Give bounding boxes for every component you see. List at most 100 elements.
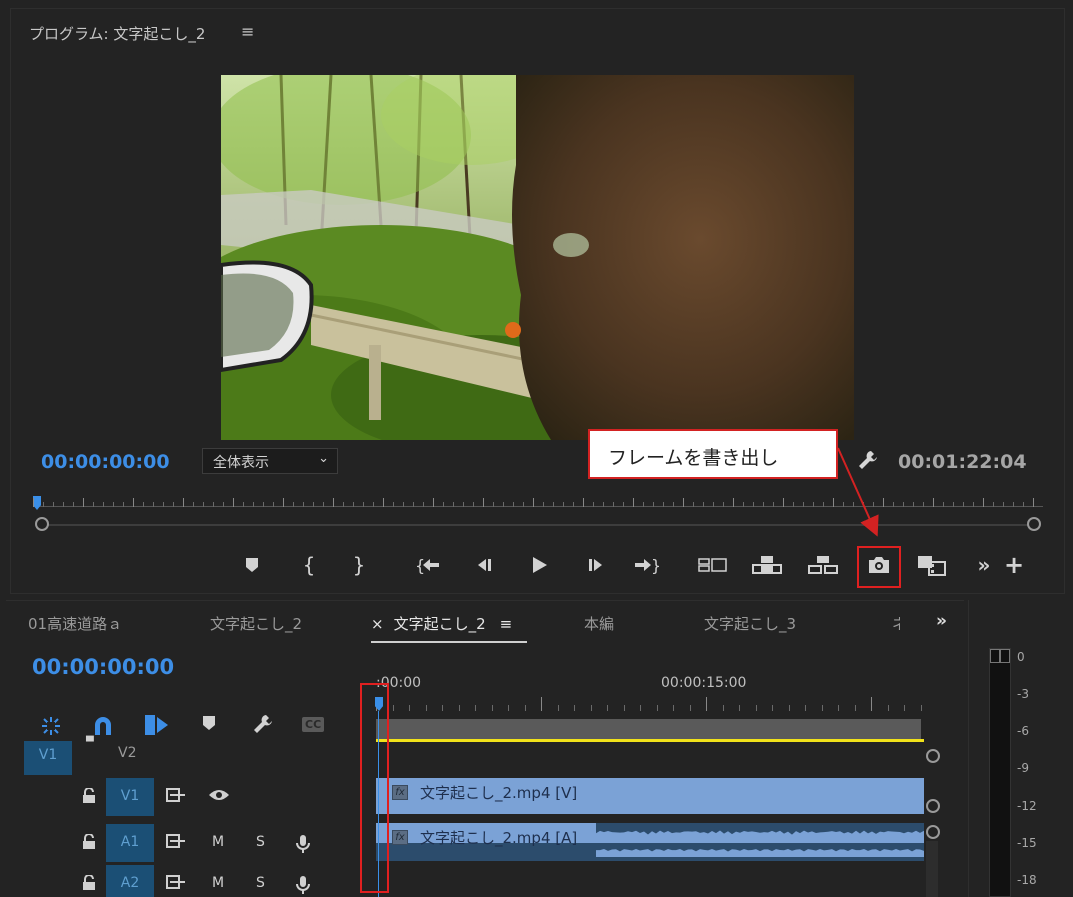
video-clip-label: 文字起こし_2.mp4 [V]	[420, 784, 578, 802]
ruler-tick	[491, 705, 493, 711]
panel-menu-icon[interactable]: ≡	[241, 22, 254, 41]
step-forward-button[interactable]	[583, 547, 609, 583]
ruler-tick	[623, 705, 625, 711]
track-v2-scroll-handle[interactable]	[926, 749, 940, 763]
ruler-tick	[693, 502, 694, 507]
go-to-in-icon: {	[415, 556, 439, 574]
ruler-tick	[163, 502, 164, 507]
ruler-tick	[393, 502, 394, 507]
ruler-tick	[392, 705, 394, 711]
linked-selection-button[interactable]	[144, 713, 170, 742]
playhead-marker[interactable]	[33, 496, 41, 510]
track-label-v2[interactable]: V2	[118, 745, 136, 761]
current-timecode[interactable]: 00:00:00:00	[41, 451, 170, 473]
ruler-tick	[873, 502, 874, 507]
insert-icon	[698, 558, 727, 572]
ruler-tick	[663, 502, 664, 507]
captions-button[interactable]: CC	[302, 717, 325, 732]
ruler-tick	[523, 502, 524, 507]
ruler-tick	[543, 502, 544, 507]
source-patch-v1[interactable]: V1	[24, 741, 72, 775]
lock-icon[interactable]: ▀	[86, 737, 94, 748]
track-target-a2[interactable]: A2	[106, 865, 154, 897]
tab-main-edit[interactable]: 本編	[584, 613, 614, 634]
mark-in-button[interactable]: {	[299, 547, 319, 583]
ruler-tick	[63, 502, 64, 507]
tab-transcribe-2-a[interactable]: 文字起こし_2	[210, 613, 302, 634]
more-controls-button[interactable]: »	[973, 547, 995, 583]
ruler-tick	[403, 502, 404, 507]
mark-out-button[interactable]: }	[349, 547, 369, 583]
ruler-tick	[253, 502, 254, 507]
extract-button[interactable]	[807, 547, 839, 583]
solo-button[interactable]: S	[256, 834, 265, 850]
audio-clip[interactable]: fx 文字起こし_2.mp4 [A]	[376, 823, 924, 861]
ruler-tick	[739, 705, 740, 711]
sync-lock-icon[interactable]	[166, 834, 186, 852]
ruler-tick	[805, 705, 806, 711]
eye-icon[interactable]	[208, 788, 230, 806]
go-to-in-button[interactable]: {	[413, 547, 443, 583]
play-button[interactable]	[526, 547, 552, 583]
ruler-tick	[863, 502, 864, 507]
timeline-timecode[interactable]: 00:00:00:00	[32, 655, 174, 679]
monitor-time-ruler[interactable]	[33, 496, 1043, 518]
add-marker-timeline-button[interactable]	[202, 715, 216, 736]
ruler-tick	[755, 705, 757, 711]
lock-icon[interactable]	[82, 787, 96, 808]
extract-icon	[808, 556, 838, 574]
microphone-icon[interactable]	[296, 875, 310, 897]
nest-toggle-button[interactable]	[40, 715, 62, 742]
timeline-settings-button[interactable]	[252, 713, 274, 740]
add-marker-button[interactable]	[239, 547, 265, 583]
mute-button[interactable]: M	[212, 875, 224, 891]
ruler-tick	[153, 502, 154, 507]
meter-solo-left[interactable]	[990, 649, 1000, 663]
ruler-tick	[893, 502, 894, 507]
microphone-icon[interactable]	[296, 834, 310, 858]
tabs-overflow-button[interactable]: »	[936, 611, 947, 631]
lock-icon[interactable]	[82, 833, 96, 854]
tab-transcribe-3[interactable]: 文字起こし_3	[704, 613, 796, 634]
timeline-vertical-scrollbar[interactable]	[926, 841, 938, 897]
double-chevron-right-icon: »	[977, 553, 991, 577]
solo-button[interactable]: S	[256, 875, 265, 891]
wrench-settings-icon[interactable]	[857, 449, 879, 477]
sync-lock-icon[interactable]	[166, 875, 186, 893]
ruler-tick	[493, 502, 494, 507]
snap-button[interactable]	[92, 715, 114, 742]
lock-icon[interactable]	[82, 874, 96, 895]
sync-lock-icon[interactable]	[166, 788, 186, 806]
zoom-level-select[interactable]: 全体表示 ⌄	[202, 448, 338, 474]
video-clip[interactable]: fx 文字起こし_2.mp4 [V]	[376, 778, 924, 814]
track-target-a1[interactable]: A1	[106, 824, 154, 862]
mute-button[interactable]: M	[212, 834, 224, 850]
tab-overflow[interactable]: ネ	[892, 613, 900, 634]
comparison-view-button[interactable]	[915, 547, 949, 583]
track-a2-header: A2 M S	[6, 865, 366, 897]
track-a1-scroll-handle[interactable]	[926, 825, 940, 839]
go-to-out-button[interactable]: }	[631, 547, 661, 583]
tab-transcribe-2-active[interactable]: × 文字起こし_2 ≡	[371, 613, 512, 634]
ruler-tick	[753, 502, 754, 507]
track-target-v1[interactable]: V1	[106, 778, 154, 816]
ruler-tick	[983, 498, 984, 507]
ruler-tick	[613, 502, 614, 507]
timeline-ruler[interactable]	[376, 693, 926, 719]
ruler-tick	[590, 705, 592, 711]
tab-01-highway[interactable]: 01高速道路ａ	[28, 613, 122, 634]
zoom-scrollbar[interactable]	[41, 524, 1036, 526]
program-monitor-title[interactable]: プログラム: 文字起こし_2	[29, 23, 205, 44]
lift-button[interactable]	[751, 547, 783, 583]
button-editor-button[interactable]: +	[1003, 547, 1025, 583]
tab-menu-icon[interactable]: ≡	[500, 615, 513, 633]
insert-button[interactable]	[697, 547, 729, 583]
mark-in-icon: {	[302, 553, 316, 577]
work-area-bar[interactable]	[376, 719, 921, 739]
close-icon[interactable]: ×	[371, 615, 384, 633]
track-v1-scroll-handle[interactable]	[926, 799, 940, 813]
zoom-handle-left[interactable]	[35, 517, 49, 531]
meter-solo-right[interactable]	[1000, 649, 1010, 663]
zoom-handle-right[interactable]	[1027, 517, 1041, 531]
step-back-button[interactable]	[471, 547, 497, 583]
